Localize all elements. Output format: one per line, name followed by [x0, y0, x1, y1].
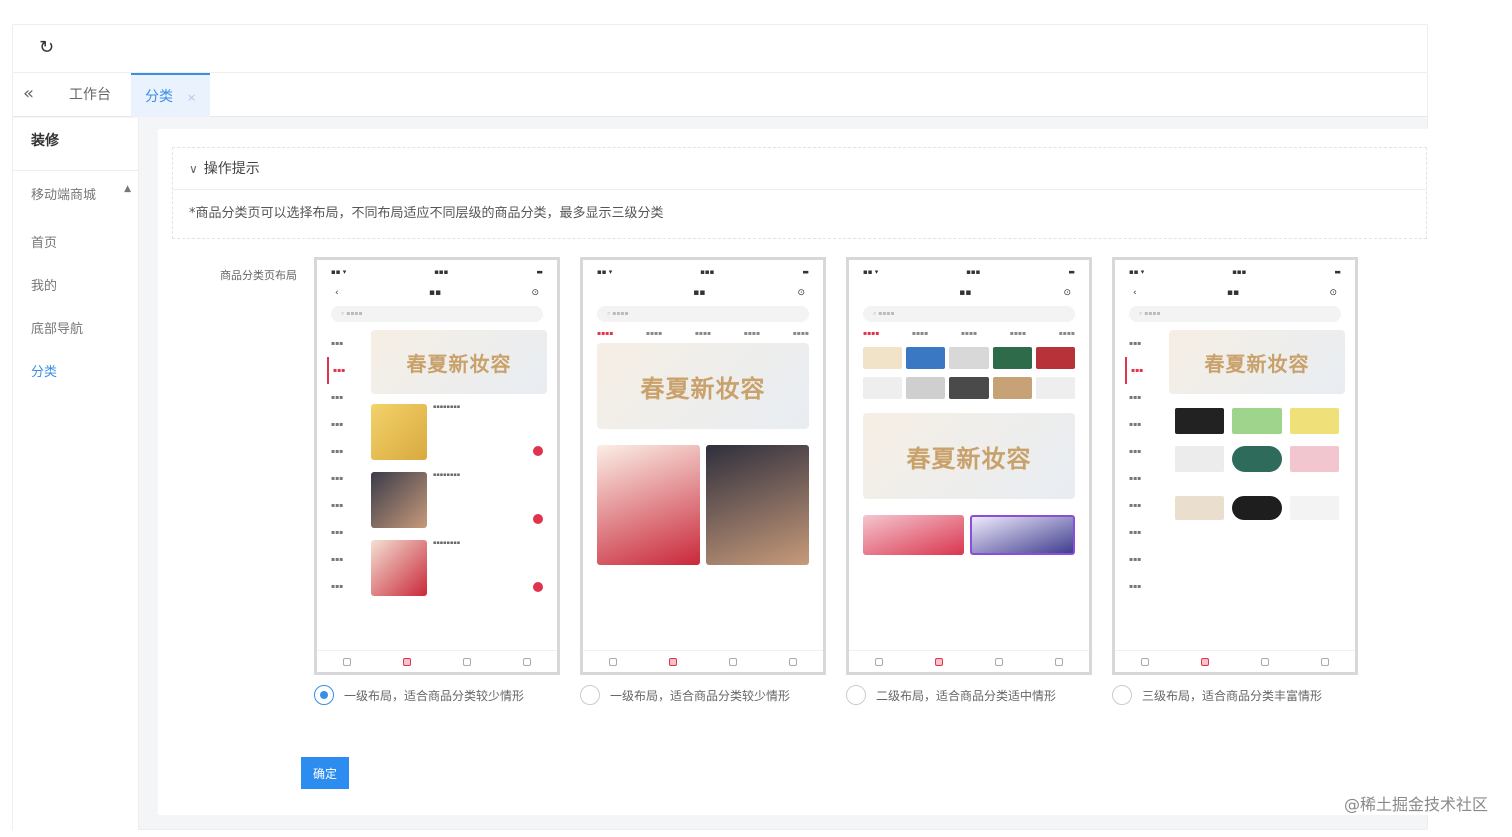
- chevron-down-icon: ∨: [189, 162, 198, 176]
- phone-search: ⌕ ▪▪▪▪: [597, 306, 809, 322]
- phone-subcategory-grid: [859, 343, 1079, 403]
- tab-label: 工作台: [69, 87, 111, 103]
- sidebar-item-bottom-nav[interactable]: 底部导航: [31, 318, 83, 337]
- layout-radio[interactable]: 一级布局，适合商品分类较少情形: [314, 685, 584, 705]
- layout-radio-label: 一级布局，适合商品分类较少情形: [610, 688, 791, 703]
- sidebar-item-mine[interactable]: 我的: [31, 275, 57, 294]
- sidebar-item-category[interactable]: 分类: [31, 361, 57, 380]
- phone-category-list: ▪▪▪ ▪▪▪ ▪▪▪ ▪▪▪ ▪▪▪ ▪▪▪ ▪▪▪ ▪▪▪ ▪▪▪ ▪▪▪: [327, 330, 371, 600]
- layout-preview-phone[interactable]: ▪▪ ▾ ▪▪▪ ▬ ▪▪ ⊙ ⌕ ▪▪▪▪ ▪▪▪▪ ▪▪▪▪ ▪▪▪▪ ▪▪▪▪ ▪▪▪▪…: [846, 257, 1092, 675]
- phone-search: ⌕ ▪▪▪▪: [1129, 306, 1341, 322]
- close-icon[interactable]: ×: [187, 91, 196, 104]
- phone-status-bar: ▪▪ ▾ ▪▪▪ ▬: [1129, 268, 1341, 276]
- radio-button[interactable]: [846, 685, 866, 705]
- layout-radio[interactable]: 二级布局，适合商品分类适中情形: [846, 685, 1116, 705]
- phone-banner: 春夏新妆容: [597, 343, 809, 429]
- phone-tab-bar: [317, 650, 557, 672]
- sidebar-title: 装修: [31, 133, 59, 149]
- phone-tab-bar: [1115, 650, 1355, 672]
- phone-banner: 春夏新妆容: [1169, 330, 1345, 394]
- radio-button[interactable]: [314, 685, 334, 705]
- operation-tips-panel: ∨ 操作提示 *商品分类页可以选择布局，不同布局适应不同层级的商品分类，最多显示三…: [172, 147, 1427, 239]
- phone-subcategory-grid: [1169, 394, 1345, 478]
- layout-preview-phone[interactable]: ▪▪ ▾ ▪▪▪ ▬ ‹ ▪▪ ⊙ ⌕ ▪▪▪▪ ▪▪▪ ▪▪▪ ▪▪▪ ▪▪▪ ▪▪▪ ▪▪▪ ▪…: [314, 257, 560, 675]
- layout-radio[interactable]: 一级布局，适合商品分类较少情形: [580, 685, 850, 705]
- radio-button[interactable]: [1112, 685, 1132, 705]
- tab-bar: « 工作台 分类 ×: [13, 73, 1427, 117]
- phone-status-bar: ▪▪ ▾ ▪▪▪ ▬: [597, 268, 809, 276]
- double-chevron-left-icon[interactable]: «: [23, 83, 34, 104]
- tips-title: 操作提示: [203, 161, 260, 177]
- phone-tab-bar: [583, 650, 823, 672]
- radio-button[interactable]: [580, 685, 600, 705]
- phone-tab-bar: [849, 650, 1089, 672]
- sidebar: 装修 移动端商城 ▲ 首页 我的 底部导航 分类: [13, 118, 139, 830]
- divider: [13, 170, 139, 171]
- sidebar-group-mobile-mall[interactable]: 移动端商城 ▲: [31, 184, 135, 203]
- phone-category-tabs: ▪▪▪▪ ▪▪▪▪ ▪▪▪▪ ▪▪▪▪ ▪▪▪▪: [597, 330, 809, 337]
- phone-nav-bar: ▪▪ ⊙: [693, 288, 805, 298]
- caret-up-icon: ▲: [124, 184, 131, 194]
- phone-search: ⌕ ▪▪▪▪: [331, 306, 543, 322]
- sidebar-item-home[interactable]: 首页: [31, 232, 57, 251]
- phone-nav-bar: ‹ ▪▪ ⊙: [1133, 288, 1337, 298]
- tab-workbench[interactable]: 工作台: [55, 73, 125, 117]
- confirm-button[interactable]: 确定: [301, 757, 349, 789]
- layout-preview-phone[interactable]: ▪▪ ▾ ▪▪▪ ▬ ▪▪ ⊙ ⌕ ▪▪▪▪ ▪▪▪▪ ▪▪▪▪ ▪▪▪▪ ▪▪▪▪ ▪▪▪▪…: [580, 257, 826, 675]
- layout-radio-label: 三级布局，适合商品分类丰富情形: [1142, 688, 1323, 703]
- tips-header[interactable]: ∨ 操作提示: [173, 148, 1426, 190]
- tips-text: *商品分类页可以选择布局，不同布局适应不同层级的商品分类，最多显示三级分类: [189, 206, 664, 221]
- top-toolbar: ↻: [13, 25, 1427, 73]
- watermark: @稀土掘金技术社区: [1343, 795, 1488, 814]
- tab-category[interactable]: 分类 ×: [131, 73, 211, 117]
- phone-category-tabs: ▪▪▪▪ ▪▪▪▪ ▪▪▪▪ ▪▪▪▪ ▪▪▪▪: [863, 330, 1075, 337]
- phone-status-bar: ▪▪ ▾ ▪▪▪ ▬: [863, 268, 1075, 276]
- layout-field-label: 商品分类页布局: [220, 269, 297, 282]
- phone-search: ⌕ ▪▪▪▪: [863, 306, 1075, 322]
- phone-nav-bar: ▪▪ ⊙: [959, 288, 1071, 298]
- phone-banner: 春夏新妆容: [371, 330, 547, 394]
- phone-status-bar: ▪▪ ▾ ▪▪▪ ▬: [331, 268, 543, 276]
- layout-preview-phone[interactable]: ▪▪ ▾ ▪▪▪ ▬ ‹ ▪▪ ⊙ ⌕ ▪▪▪▪ ▪▪▪ ▪▪▪ ▪▪▪ ▪▪▪ ▪▪▪ ▪▪▪ ▪…: [1112, 257, 1358, 675]
- layout-radio-label: 二级布局，适合商品分类适中情形: [876, 688, 1057, 703]
- app-frame: ↻ « 工作台 分类 × 装修 移动端商城 ▲ 首页 我的 底部导航 分类 ∨ 操作…: [12, 24, 1429, 830]
- refresh-icon[interactable]: ↻: [39, 37, 54, 58]
- tab-label: 分类: [145, 89, 173, 105]
- sidebar-group-label: 移动端商城: [31, 188, 97, 203]
- layout-radio[interactable]: 三级布局，适合商品分类丰富情形: [1112, 685, 1382, 705]
- main-content: ∨ 操作提示 *商品分类页可以选择布局，不同布局适应不同层级的商品分类，最多显示三…: [158, 129, 1429, 815]
- phone-banner: 春夏新妆容: [863, 413, 1075, 499]
- phone-nav-bar: ‹ ▪▪ ⊙: [335, 288, 539, 298]
- phone-category-list: ▪▪▪ ▪▪▪ ▪▪▪ ▪▪▪ ▪▪▪ ▪▪▪ ▪▪▪ ▪▪▪ ▪▪▪ ▪▪▪: [1125, 330, 1169, 600]
- layout-radio-label: 一级布局，适合商品分类较少情形: [344, 688, 525, 703]
